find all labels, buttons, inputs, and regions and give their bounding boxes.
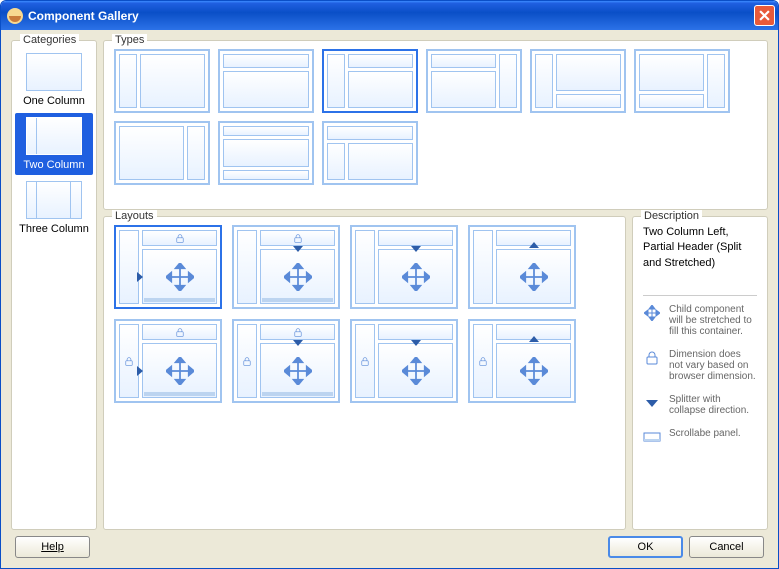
- description-text: Two Column Left, Partial Header (Split a…: [643, 225, 757, 271]
- category-two-column[interactable]: Two Column: [15, 113, 93, 175]
- scroll-icon: [144, 392, 215, 396]
- lock-icon: [479, 357, 487, 366]
- scroll-icon: [262, 392, 333, 396]
- type-item[interactable]: [322, 121, 418, 185]
- category-one-column[interactable]: One Column: [15, 49, 93, 111]
- type-item[interactable]: [426, 49, 522, 113]
- lock-icon: [176, 328, 184, 337]
- layout-item[interactable]: [114, 225, 222, 309]
- stretch-icon: [284, 357, 312, 385]
- categories-panel: Categories One Column Two Column Three C…: [11, 40, 97, 530]
- scroll-icon: [643, 428, 661, 446]
- legend-text: Child component will be stretched to fil…: [669, 304, 757, 337]
- splitter-icon: [643, 394, 661, 412]
- layout-item[interactable]: [350, 225, 458, 309]
- lock-icon: [243, 357, 251, 366]
- legend: Child component will be stretched to fil…: [643, 304, 757, 446]
- stretch-icon: [520, 357, 548, 385]
- category-thumb: [26, 117, 82, 155]
- category-thumb: [26, 53, 82, 91]
- close-button[interactable]: [754, 5, 775, 26]
- lock-icon: [643, 349, 661, 367]
- type-item[interactable]: [218, 49, 314, 113]
- legend-lock: Dimension does not vary based on browser…: [643, 349, 757, 382]
- type-item[interactable]: [322, 49, 418, 113]
- app-icon: [7, 8, 23, 24]
- categories-label: Categories: [20, 34, 79, 46]
- close-icon: [759, 10, 770, 21]
- stretch-icon: [284, 263, 312, 291]
- scroll-icon: [144, 298, 215, 302]
- splitter-icon: [411, 338, 421, 348]
- lock-icon: [125, 357, 133, 366]
- scroll-icon: [262, 298, 333, 302]
- layouts-panel: Layouts: [103, 216, 626, 530]
- type-item[interactable]: [114, 121, 210, 185]
- category-label: Three Column: [19, 223, 89, 235]
- legend-text: Splitter with collapse direction.: [669, 394, 757, 416]
- splitter-icon: [293, 244, 303, 254]
- lock-icon: [294, 328, 302, 337]
- splitter-icon: [135, 272, 145, 282]
- splitter-icon: [293, 338, 303, 348]
- layout-item[interactable]: [468, 225, 576, 309]
- category-label: One Column: [23, 95, 85, 107]
- description-label: Description: [641, 210, 702, 222]
- type-item[interactable]: [218, 121, 314, 185]
- splitter-icon: [135, 366, 145, 376]
- layouts-label: Layouts: [112, 210, 157, 222]
- category-three-column[interactable]: Three Column: [15, 177, 93, 239]
- ok-button[interactable]: OK: [608, 536, 683, 558]
- window-title: Component Gallery: [28, 9, 754, 23]
- dialog-window: Component Gallery Categories One Column …: [0, 0, 779, 569]
- divider: [643, 295, 757, 296]
- splitter-icon: [529, 242, 539, 252]
- stretch-icon: [643, 304, 661, 322]
- type-item[interactable]: [530, 49, 626, 113]
- cancel-button[interactable]: Cancel: [689, 536, 764, 558]
- layout-item[interactable]: [114, 319, 222, 403]
- types-label: Types: [112, 34, 147, 46]
- lock-icon: [294, 234, 302, 243]
- stretch-icon: [402, 263, 430, 291]
- splitter-icon: [529, 336, 539, 346]
- layout-item[interactable]: [232, 225, 340, 309]
- legend-stretch: Child component will be stretched to fil…: [643, 304, 757, 337]
- lock-icon: [176, 234, 184, 243]
- types-panel: Types: [103, 40, 768, 210]
- description-panel: Description Two Column Left, Partial Hea…: [632, 216, 768, 530]
- lock-icon: [361, 357, 369, 366]
- category-thumb: [26, 181, 82, 219]
- layout-item[interactable]: [232, 319, 340, 403]
- stretch-icon: [166, 357, 194, 385]
- button-row: Help OK Cancel: [11, 536, 768, 558]
- stretch-icon: [166, 263, 194, 291]
- legend-splitter: Splitter with collapse direction.: [643, 394, 757, 416]
- layout-item[interactable]: [468, 319, 576, 403]
- legend-text: Dimension does not vary based on browser…: [669, 349, 757, 382]
- legend-text: Scrollabe panel.: [669, 428, 741, 439]
- layout-item[interactable]: [350, 319, 458, 403]
- type-item[interactable]: [634, 49, 730, 113]
- help-button[interactable]: Help: [15, 536, 90, 558]
- category-label: Two Column: [23, 159, 84, 171]
- client-area: Categories One Column Two Column Three C…: [1, 30, 778, 568]
- type-item[interactable]: [114, 49, 210, 113]
- legend-scroll: Scrollabe panel.: [643, 428, 757, 446]
- stretch-icon: [520, 263, 548, 291]
- stretch-icon: [402, 357, 430, 385]
- titlebar[interactable]: Component Gallery: [1, 1, 778, 30]
- splitter-icon: [411, 244, 421, 254]
